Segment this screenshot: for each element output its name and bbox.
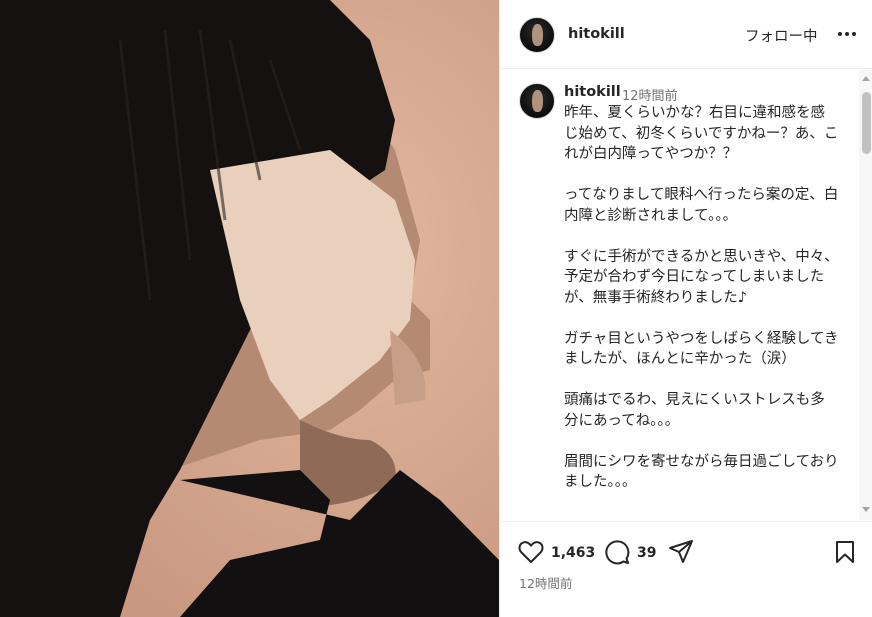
following-button[interactable]: フォロー中 bbox=[745, 25, 818, 46]
post-image[interactable] bbox=[0, 0, 499, 617]
profile-portrait bbox=[0, 0, 499, 617]
scroll-up-arrow-icon[interactable] bbox=[862, 76, 870, 81]
comment-icon[interactable] bbox=[604, 539, 630, 569]
share-icon[interactable] bbox=[668, 539, 694, 569]
avatar[interactable] bbox=[519, 17, 555, 53]
more-horizontal-icon[interactable] bbox=[836, 24, 858, 44]
scrollbar-thumb[interactable] bbox=[862, 92, 871, 154]
comment-username[interactable]: hitokill bbox=[564, 84, 621, 100]
bookmark-icon[interactable] bbox=[834, 540, 856, 568]
post-timestamp[interactable]: 12時間前 bbox=[519, 573, 572, 592]
comments-count[interactable]: 39 bbox=[637, 545, 656, 561]
post-header: hitokill フォロー中 bbox=[500, 0, 872, 69]
heart-icon[interactable] bbox=[518, 540, 544, 568]
caption-text: 昨年、夏くらいかな？右目に違和感を感じ始めて、初冬くらいですかねー？あ、これが白… bbox=[564, 105, 839, 490]
comment-avatar[interactable] bbox=[519, 83, 555, 119]
comment-timestamp[interactable]: 12時間前 bbox=[622, 85, 678, 104]
caption-comment: hitokill 12時間前 昨年、夏くらいかな？右目に違和感を感じ始めて、初冬… bbox=[500, 70, 872, 520]
header-username[interactable]: hitokill bbox=[568, 26, 625, 42]
likes-count[interactable]: 1,463 bbox=[551, 545, 595, 561]
post-detail-panel: hitokill フォロー中 hitokill 12時間前 昨年、夏くらいかな？… bbox=[499, 0, 872, 617]
scroll-down-arrow-icon[interactable] bbox=[862, 507, 870, 512]
action-bar: 1,463 39 12時間前 bbox=[500, 521, 872, 617]
